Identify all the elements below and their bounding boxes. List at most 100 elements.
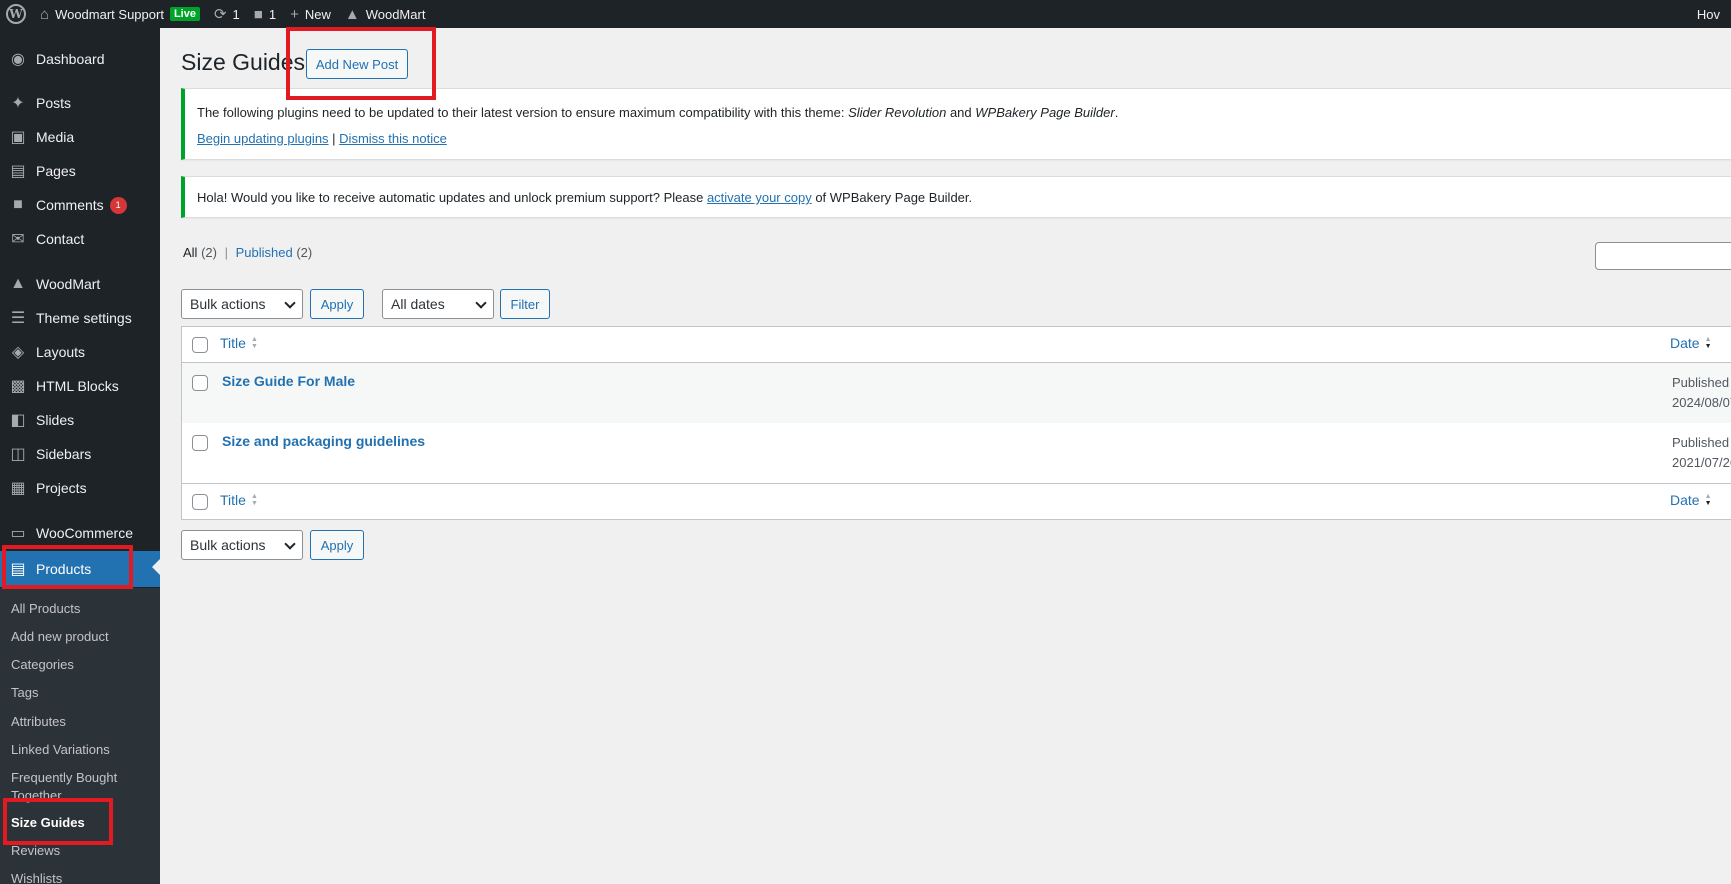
site-name-menu[interactable]: ⌂ Woodmart Support Live (33, 0, 207, 28)
add-new-post-button[interactable]: Add New Post (306, 49, 408, 79)
admin-bar: W ⌂ Woodmart Support Live ⟳ 1 ■ 1 + New … (0, 0, 1731, 28)
filter-all[interactable]: All (183, 245, 197, 260)
notice-text: The following plugins need to be updated… (197, 105, 1119, 120)
bulk-actions-select-bottom[interactable]: Bulk actions (181, 530, 303, 560)
menu-posts[interactable]: ✦ Posts (0, 86, 160, 120)
comments-badge: 1 (109, 196, 127, 214)
menu-projects[interactable]: ▦ Projects (0, 471, 160, 505)
row-checkbox[interactable] (192, 435, 208, 451)
dismiss-notice-link[interactable]: Dismiss this notice (339, 131, 447, 146)
comment-icon: ■ (13, 196, 23, 213)
filter-published[interactable]: Published (236, 245, 293, 260)
table-header: Title ▲ ▼ Date ▲ ▼ (182, 327, 1731, 363)
sliders-icon: ☰ (10, 310, 26, 327)
updates-menu[interactable]: ⟳ 1 (207, 0, 247, 28)
submenu-categories[interactable]: Categories (11, 656, 74, 674)
home-icon: ⌂ (40, 5, 50, 23)
plugin-update-notice: The following plugins need to be updated… (181, 88, 1731, 160)
search-input[interactable] (1595, 242, 1731, 270)
table-footer: Title ▲ ▼ Date ▲ ▼ (182, 483, 1731, 519)
media-icon: ▣ (10, 129, 26, 146)
menu-comments[interactable]: ■ Comments 1 (0, 188, 160, 222)
row-date: Published2024/08/07 at (1672, 375, 1731, 410)
select-all-checkbox-footer[interactable] (192, 494, 208, 510)
status-filter-links: All (2) | Published (2) (183, 245, 313, 260)
sort-icon: ▲ ▼ (250, 336, 258, 350)
row-checkbox[interactable] (192, 375, 208, 391)
archive-icon: ▤ (10, 561, 26, 578)
menu-media[interactable]: ▣ Media (0, 120, 160, 154)
chevron-down-icon (284, 538, 296, 550)
menu-html-blocks[interactable]: ▩ HTML Blocks (0, 369, 160, 403)
menu-layouts[interactable]: ◈ Layouts (0, 335, 160, 369)
date-column-footer[interactable]: Date ▲ ▼ (1670, 492, 1712, 508)
live-badge: Live (169, 7, 200, 21)
menu-woodmart[interactable]: ▲ WoodMart (0, 267, 160, 301)
wordpress-icon: W (6, 4, 26, 24)
comments-menu[interactable]: ■ 1 (247, 0, 283, 28)
menu-products[interactable]: ▤ Products (0, 551, 160, 587)
menu-pages[interactable]: ▤ Pages (0, 154, 160, 188)
submenu-linked-variations[interactable]: Linked Variations (11, 741, 110, 759)
submenu-size-guides[interactable]: Size Guides (11, 814, 85, 832)
submenu-attributes[interactable]: Attributes (11, 713, 66, 731)
howdy-account-menu[interactable]: Hov (1690, 0, 1727, 28)
pin-icon: ✦ (11, 95, 25, 112)
woodmart-icon: ▲ (10, 275, 26, 292)
admin-sidebar: ◉ Dashboard ✦ Posts ▣ Media ▤ Pages ■ Comment… (0, 28, 160, 884)
submenu-reviews[interactable]: Reviews (11, 842, 60, 860)
submenu-tags[interactable]: Tags (11, 684, 38, 702)
menu-contact[interactable]: ✉ Contact (0, 222, 160, 256)
menu-sidebars[interactable]: ◫ Sidebars (0, 437, 160, 471)
chevron-down-icon (475, 297, 487, 309)
table-row: Size Guide For Male Published 2024/08/07 … (182, 363, 1731, 423)
submenu-all-products[interactable]: All Products (11, 600, 80, 618)
woodmart-menu[interactable]: ▲ WoodMart (338, 0, 433, 28)
apply-button[interactable]: Apply (310, 289, 364, 319)
menu-dashboard[interactable]: ◉ Dashboard (0, 42, 160, 76)
page-title: Size Guides (181, 49, 306, 75)
title-column-footer[interactable]: Title ▲ ▼ (220, 492, 258, 508)
slides-icon: ◧ (10, 412, 26, 429)
layers-icon: ◈ (11, 344, 25, 361)
woodmart-label: WoodMart (365, 6, 426, 22)
plus-icon: + (290, 5, 299, 23)
refresh-icon: ⟳ (213, 6, 227, 23)
apply-button-bottom[interactable]: Apply (310, 530, 364, 560)
sidebar-icon: ◫ (10, 446, 26, 463)
row-title-link[interactable]: Size Guide For Male (222, 373, 355, 389)
menu-slides[interactable]: ◧ Slides (0, 403, 160, 437)
new-content-menu[interactable]: + New (283, 0, 338, 28)
menu-theme-settings[interactable]: ☰ Theme settings (0, 301, 160, 335)
begin-updating-plugins-link[interactable]: Begin updating plugins (197, 131, 329, 146)
menu-woocommerce[interactable]: ▭ WooCommerce (0, 516, 160, 550)
new-label: New (304, 6, 331, 22)
activate-your-copy-link[interactable]: activate your copy (707, 190, 812, 205)
wpbakery-notice: Hola! Would you like to receive automati… (181, 176, 1731, 218)
woo-icon: ▭ (10, 525, 26, 542)
sort-desc-icon: ▲ ▼ (1704, 493, 1712, 507)
date-column-header[interactable]: Date ▲ ▼ (1670, 335, 1712, 351)
submenu-add-new-product[interactable]: Add new product (11, 628, 109, 646)
sort-desc-icon: ▲ ▼ (1704, 336, 1712, 350)
title-column-header[interactable]: Title ▲ ▼ (220, 335, 258, 351)
plugin-name-wpbakery: WPBakery Page Builder (975, 105, 1115, 120)
submenu-frequently-bought-together[interactable]: Frequently Bought Together (11, 769, 131, 805)
mail-icon: ✉ (11, 231, 25, 248)
dashboard-icon: ◉ (11, 51, 25, 68)
dates-select[interactable]: All dates (382, 289, 494, 319)
woodmart-logo-icon: ▲ (344, 5, 360, 23)
row-title-link[interactable]: Size and packaging guidelines (222, 433, 425, 449)
wp-logo-menu[interactable]: W (0, 0, 33, 28)
row-date: Published2021/07/26 at (1672, 435, 1731, 470)
submenu-wishlists[interactable]: Wishlists (11, 870, 62, 884)
comments-count: 1 (268, 6, 277, 22)
filter-button[interactable]: Filter (500, 289, 550, 319)
table-row: Size and packaging guidelines Published 2… (182, 423, 1731, 483)
code-icon: ▩ (10, 378, 26, 395)
updates-count: 1 (232, 6, 240, 22)
bulk-actions-select[interactable]: Bulk actions (181, 289, 303, 319)
plugin-name-slider-revolution: Slider Revolution (848, 105, 947, 120)
posts-table: Title ▲ ▼ Date ▲ ▼ Size Guide For Male Publi… (181, 326, 1731, 520)
select-all-checkbox[interactable] (192, 337, 208, 353)
